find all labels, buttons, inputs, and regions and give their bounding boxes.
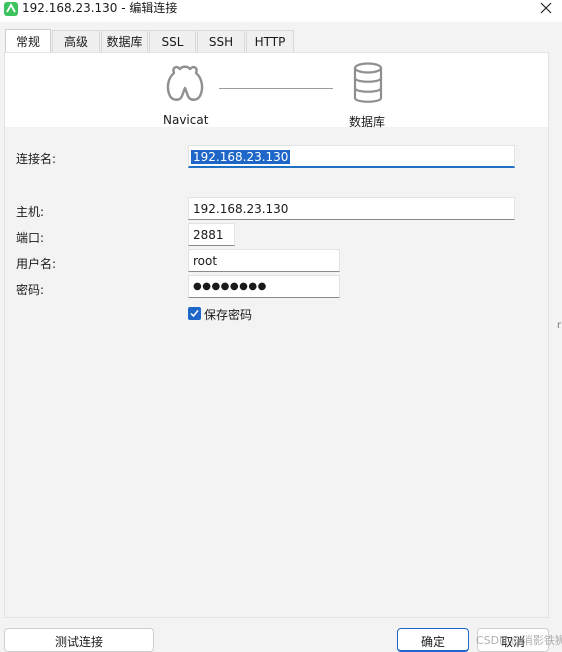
tab-general[interactable]: 常规 (5, 29, 51, 53)
port-input[interactable]: 2881 (188, 223, 235, 246)
test-connection-button[interactable]: 测试连接 (4, 628, 154, 652)
host-label: 主机: (16, 205, 45, 219)
tab-ssl[interactable]: SSL (149, 30, 196, 52)
close-icon (540, 2, 552, 14)
tab-advanced[interactable]: 高级 (52, 30, 100, 52)
username-input[interactable]: root (188, 249, 340, 272)
save-password-checkbox[interactable] (188, 307, 201, 320)
password-value: ●●●●●●●● (193, 281, 267, 292)
ok-button[interactable]: 确定 (397, 628, 469, 652)
checkmark-icon (190, 310, 199, 318)
host-value: 192.168.23.130 (193, 202, 289, 216)
host-input[interactable]: 192.168.23.130 (188, 197, 515, 220)
close-button[interactable] (538, 0, 554, 16)
save-password-label: 保存密码 (204, 308, 253, 322)
navicat-logo-icon (166, 65, 204, 101)
connection-name-value: 192.168.23.130 (191, 150, 291, 164)
watermark: CSDN @消影铁狮 (476, 634, 562, 647)
navicat-app-icon (4, 2, 18, 16)
port-label: 端口: (16, 231, 45, 245)
edge-mark: r (557, 320, 562, 331)
connector-line (219, 88, 333, 89)
general-panel: Navicat 数据库 连接名: 192.168.23.130 主机: 192.… (4, 52, 549, 618)
connection-header: Navicat 数据库 (5, 53, 548, 129)
tab-bar: 常规 高级 数据库 SSL SSH HTTP (0, 29, 562, 53)
password-input[interactable]: ●●●●●●●● (188, 275, 340, 298)
header-left-label: Navicat (163, 113, 209, 127)
password-label: 密码: (16, 283, 45, 297)
username-value: root (193, 254, 218, 268)
tab-ssh[interactable]: SSH (197, 30, 245, 52)
window-title: 192.168.23.130 - 编辑连接 (22, 1, 178, 15)
connection-name-label: 连接名: (16, 152, 57, 166)
tab-databases[interactable]: 数据库 (101, 30, 148, 52)
header-right-label: 数据库 (349, 115, 386, 129)
port-value: 2881 (193, 228, 224, 242)
connection-name-input[interactable]: 192.168.23.130 (188, 145, 515, 168)
tab-http[interactable]: HTTP (246, 30, 294, 52)
username-label: 用户名: (16, 257, 57, 271)
title-bar: 192.168.23.130 - 编辑连接 (0, 0, 562, 22)
database-icon (353, 62, 383, 103)
